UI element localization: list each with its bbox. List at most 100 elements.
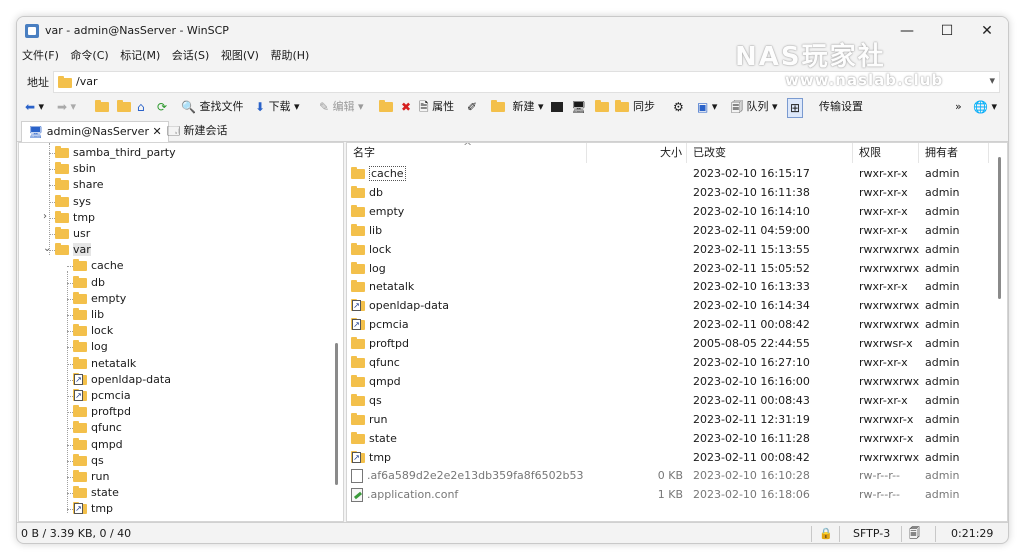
file-row[interactable]: log 2023-02-11 15:05:52 rwxrwxrwx admin: [347, 259, 987, 278]
home-icon: ⌂: [137, 100, 145, 114]
back-button[interactable]: ⬅ ▾: [25, 98, 44, 116]
home-button[interactable]: ⌂: [137, 98, 145, 116]
expand-chevron-icon[interactable]: ›: [43, 211, 47, 222]
find-files-button[interactable]: 🔍 查找文件: [181, 98, 243, 116]
queue-button[interactable]: 🗐 队列 ▾: [731, 98, 778, 116]
tree-item-var-pcmcia[interactable]: pcmcia: [67, 388, 131, 404]
menu-mark[interactable]: 标记(M): [117, 45, 163, 67]
edit-button[interactable]: ✎ 编辑 ▾: [319, 98, 364, 116]
file-row[interactable]: run 2023-02-11 12:31:19 rwxrwxr-x admin: [347, 410, 987, 429]
file-row[interactable]: qfunc 2023-02-10 16:27:10 rwxr-xr-x admin: [347, 353, 987, 372]
file-row[interactable]: tmp 2023-02-11 00:08:42 rwxrwxrwx admin: [347, 448, 987, 467]
tree-item-var-tmp[interactable]: tmp: [67, 501, 113, 517]
putty-button[interactable]: 🖥: [571, 98, 586, 116]
move-folder-icon: [379, 100, 393, 112]
tree-item-var[interactable]: var: [49, 242, 91, 258]
tree-scrollbar[interactable]: [335, 343, 338, 485]
console-button[interactable]: [551, 98, 563, 116]
folder-icon: [351, 224, 365, 236]
file-row[interactable]: proftpd 2005-08-05 22:44:55 rwxrwsr-x admin: [347, 334, 987, 353]
folder-icon: [73, 357, 87, 369]
file-name-cell: .application.conf: [351, 485, 587, 504]
file-row[interactable]: lock 2023-02-11 15:13:55 rwxrwxrwx admin: [347, 240, 987, 259]
column-changed-header[interactable]: 已改变: [687, 143, 853, 163]
properties-button[interactable]: 🗎 属性: [419, 98, 454, 116]
tree-item-var-cache[interactable]: cache: [67, 258, 124, 274]
file-row[interactable]: openldap-data 2023-02-10 16:14:34 rwxrwxrw…: [347, 296, 987, 315]
compare-button[interactable]: [595, 98, 613, 116]
tree-item-var-log[interactable]: log: [67, 339, 108, 355]
extensions-button[interactable]: 🌐 ▾: [973, 98, 997, 116]
tree-item-samba_third_party[interactable]: samba_third_party: [49, 145, 176, 161]
transfer-settings-button[interactable]: 传输设置: [819, 98, 863, 116]
menu-view[interactable]: 视图(V): [218, 45, 262, 67]
file-owner: admin: [925, 243, 960, 256]
column-name-header[interactable]: 名字 ^: [347, 143, 587, 163]
file-rights: rwxr-xr-x: [859, 167, 908, 180]
tree-item-var-db[interactable]: db: [67, 275, 105, 291]
menu-session[interactable]: 会话(S): [169, 45, 213, 67]
file-row[interactable]: qmpd 2023-02-10 16:16:00 rwxrwxrwx admin: [347, 372, 987, 391]
file-row[interactable]: .application.conf 1 KB 2023-02-10 16:18:06…: [347, 485, 987, 504]
file-name-cell: empty: [351, 202, 587, 221]
menu-file[interactable]: 文件(F): [19, 45, 62, 67]
tree-item-tmp[interactable]: tmp: [49, 210, 95, 226]
tree-item-sys[interactable]: sys: [49, 194, 91, 210]
file-changed: 2023-02-11 00:08:43: [693, 394, 810, 407]
toolbar-overflow-button[interactable]: »: [955, 98, 962, 116]
tree-item-var-empty[interactable]: empty: [67, 291, 126, 307]
preferences-button[interactable]: ⚙: [673, 98, 684, 116]
tree-item-var-lib[interactable]: lib: [67, 307, 104, 323]
tab-new-session[interactable]: 🗔 新建会话: [161, 121, 234, 141]
file-row[interactable]: .af6a589d2e2e2e13db359fa8f6502b53 0 KB 202…: [347, 466, 987, 485]
column-owner-header[interactable]: 拥有者: [919, 143, 989, 163]
menu-commands[interactable]: 命令(C): [67, 45, 111, 67]
sync-button[interactable]: 同步: [615, 98, 655, 116]
tree-item-var-qmpd[interactable]: qmpd: [67, 437, 123, 453]
tree-item-var-openldap-data[interactable]: openldap-data: [67, 372, 171, 388]
tab-admin-nasserver[interactable]: 🖥 admin@NasServer ✕: [21, 121, 169, 142]
file-name: lock: [369, 243, 392, 256]
file-row[interactable]: db 2023-02-10 16:11:38 rwxr-xr-x admin: [347, 183, 987, 202]
file-row[interactable]: cache 2023-02-10 16:15:17 rwxr-xr-x admin: [347, 164, 987, 183]
file-row[interactable]: empty 2023-02-10 16:14:10 rwxr-xr-x admin: [347, 202, 987, 221]
parent-dir-button[interactable]: [95, 98, 113, 116]
delete-button[interactable]: ✖: [401, 98, 411, 116]
forward-button[interactable]: ➡ ▾: [57, 98, 76, 116]
tree-item-sbin[interactable]: sbin: [49, 161, 96, 177]
refresh-button[interactable]: ⟳: [157, 98, 167, 116]
move-button[interactable]: [379, 98, 397, 116]
tree-item-var-netatalk[interactable]: netatalk: [67, 356, 136, 372]
file-list-scrollbar[interactable]: [998, 157, 1001, 299]
file-row[interactable]: pcmcia 2023-02-11 00:08:42 rwxrwxrwx admin: [347, 315, 987, 334]
file-row[interactable]: netatalk 2023-02-10 16:13:33 rwxr-xr-x admi…: [347, 277, 987, 296]
layout-button[interactable]: ▣ ▾: [697, 98, 717, 116]
column-size-header[interactable]: 大小: [587, 143, 687, 163]
properties-icon: 🗎: [419, 100, 429, 114]
tree-item-var-run[interactable]: run: [67, 469, 109, 485]
download-icon: ⬇: [255, 100, 266, 114]
collapse-chevron-icon[interactable]: ⌄: [43, 243, 51, 254]
root-dir-button[interactable]: [117, 98, 135, 116]
tree-item-var-qs[interactable]: qs: [67, 453, 104, 469]
new-button[interactable]: 新建 ▾: [491, 98, 544, 116]
folder-icon: [55, 227, 69, 239]
file-row[interactable]: state 2023-02-10 16:11:28 rwxrwxr-x admin: [347, 429, 987, 448]
file-row[interactable]: lib 2023-02-11 04:59:00 rwxr-xr-x admin: [347, 221, 987, 240]
menu-help[interactable]: 帮助(H): [267, 45, 312, 67]
tree-item-var-qfunc[interactable]: qfunc: [67, 420, 122, 436]
download-button[interactable]: ⬇ 下载 ▾: [255, 98, 300, 116]
column-rights-header[interactable]: 权限: [853, 143, 919, 163]
remote-directory-tree[interactable]: samba_third_party sbin share sys tmp › usr var ⌄…: [18, 142, 344, 522]
tree-item-var-state[interactable]: state: [67, 485, 119, 501]
rename-button[interactable]: ✐: [467, 98, 477, 116]
file-row[interactable]: qs 2023-02-11 00:08:43 rwxr-xr-x admin: [347, 391, 987, 410]
remote-file-list[interactable]: 名字 ^ 大小 已改变 权限 拥有者 cache 2023-02-10 16:15:…: [346, 142, 1008, 522]
monitor-icon: 🖥: [28, 125, 44, 139]
tree-toggle-button[interactable]: ⊞: [787, 98, 804, 118]
tree-item-share[interactable]: share: [49, 177, 104, 193]
file-name-cell: proftpd: [351, 334, 587, 353]
tree-item-usr[interactable]: usr: [49, 226, 90, 242]
tree-item-var-lock[interactable]: lock: [67, 323, 113, 339]
tree-item-var-proftpd[interactable]: proftpd: [67, 404, 131, 420]
